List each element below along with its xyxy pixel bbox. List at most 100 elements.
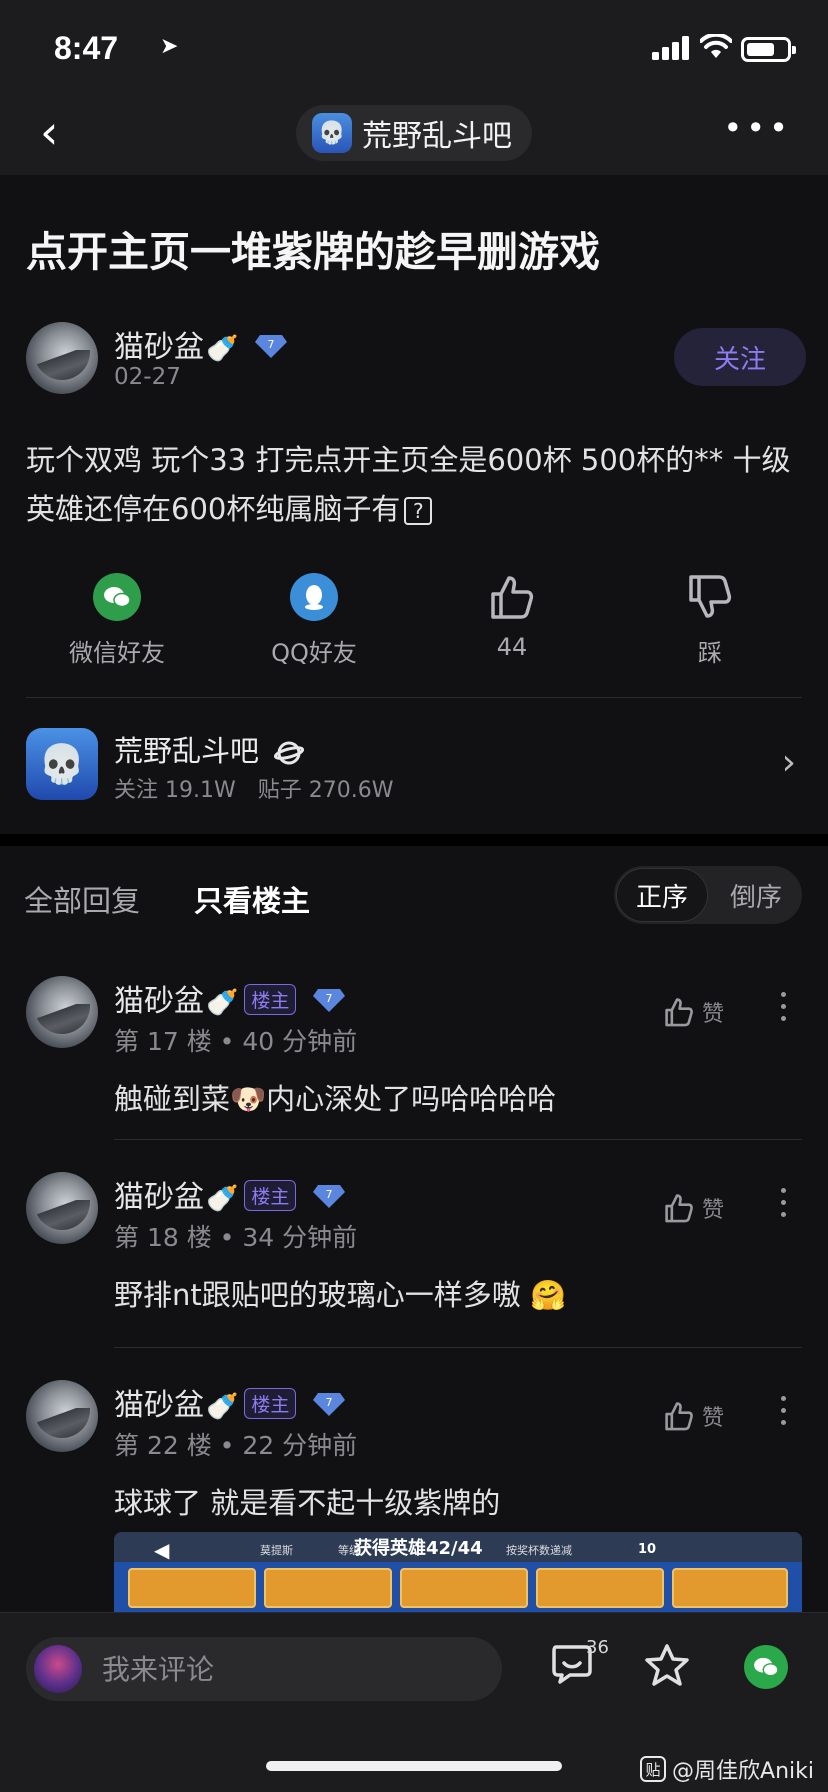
share-wechat-button[interactable]: 微信好友 xyxy=(47,573,187,668)
bottom-bar: 36 贴@周佳欣Aniki xyxy=(0,1612,828,1792)
svg-text:7: 7 xyxy=(267,338,274,351)
follow-button[interactable]: 关注 xyxy=(674,328,806,386)
level-gem-icon: 7 xyxy=(312,1392,345,1416)
reply-author-line[interactable]: 猫砂盆🍼 楼主 7 xyxy=(114,1172,346,1216)
star-icon xyxy=(645,1644,689,1686)
like-post-button[interactable]: 44 xyxy=(442,573,582,661)
divider xyxy=(114,1139,802,1140)
reply-author-name[interactable]: 猫砂盆 xyxy=(114,1388,204,1423)
avatar[interactable] xyxy=(26,322,98,394)
wechat-icon xyxy=(754,1657,779,1677)
sort-desc-button[interactable]: 倒序 xyxy=(710,868,802,922)
sort-toggle: 正序 倒序 xyxy=(614,866,802,924)
forum-card[interactable]: 💀 荒野乱斗吧 关注 19.1W 贴子 270.6W › xyxy=(26,728,802,804)
reply-item: 猫砂盆🍼 楼主 7 第 22 楼 • 22 分钟前 球球了 就是看不起十级紫牌的 … xyxy=(0,1380,828,1530)
avatar[interactable] xyxy=(26,976,98,1048)
image-back-icon: ◀ xyxy=(154,1538,170,1562)
chevron-right-icon: › xyxy=(781,742,796,783)
brawl-stars-icon: 💀 xyxy=(26,728,98,800)
wifi-icon xyxy=(700,34,732,58)
favorite-button[interactable] xyxy=(644,1643,690,1691)
owner-badge: 楼主 xyxy=(244,1180,297,1211)
hero-card xyxy=(400,1568,528,1608)
status-bar: 8:47 ➤ xyxy=(0,0,828,95)
comment-input-pill[interactable] xyxy=(26,1637,502,1701)
tieba-logo-icon: 贴 xyxy=(640,1756,667,1782)
hero-card xyxy=(264,1568,392,1608)
share-qq-button[interactable]: QQ好友 xyxy=(244,573,384,668)
reply-author-name[interactable]: 猫砂盆 xyxy=(114,984,204,1019)
avatar[interactable] xyxy=(26,1380,98,1452)
wechat-share-button[interactable] xyxy=(744,1645,788,1689)
post-title: 点开主页一堆紫牌的趁早删游戏 xyxy=(26,228,600,276)
reply-like-button[interactable]: 赞 xyxy=(664,1192,724,1224)
baby-bottle-icon: 🍼 xyxy=(206,1184,239,1214)
tab-all-replies[interactable]: 全部回复 xyxy=(24,878,140,920)
reply-text: 球球了 就是看不起十级紫牌的 xyxy=(114,1486,501,1520)
reply-meta: 第 22 楼 • 22 分钟前 xyxy=(114,1431,358,1460)
svg-text:7: 7 xyxy=(325,992,332,1005)
reply-like-button[interactable]: 赞 xyxy=(664,1400,724,1432)
reply-author-line[interactable]: 猫砂盆🍼 楼主 7 xyxy=(114,976,346,1020)
reply-like-button[interactable]: 赞 xyxy=(664,996,724,1028)
section-separator xyxy=(0,834,828,846)
question-box-icon: ? xyxy=(404,497,433,525)
avatar[interactable] xyxy=(26,1172,98,1244)
forum-card-name-text: 荒野乱斗吧 xyxy=(114,734,260,768)
qq-icon xyxy=(290,573,338,621)
image-count: 10 xyxy=(638,1542,657,1557)
watermark: 贴 @周佳欣Aniki xyxy=(640,1753,814,1785)
signal-icon xyxy=(652,36,689,60)
reply-text: 触碰到菜🐶内心深处了吗哈哈哈哈 xyxy=(114,1082,557,1116)
author-name[interactable]: 猫砂盆 xyxy=(114,330,204,365)
level-gem-icon: 7 xyxy=(312,1184,345,1208)
comments-button[interactable]: 36 xyxy=(550,1637,609,1689)
post-actions: 微信好友 QQ好友 44 踩 xyxy=(0,573,828,667)
reply-like-label: 赞 xyxy=(702,1406,725,1431)
more-dots-icon[interactable]: ••• xyxy=(723,109,792,147)
post-author-row: 猫砂盆🍼 7 02-27 关注 xyxy=(26,322,806,394)
comment-count: 36 xyxy=(586,1637,609,1658)
author-name-line[interactable]: 猫砂盆🍼 7 xyxy=(114,322,288,366)
baby-bottle-icon: 🍼 xyxy=(206,334,239,364)
reply-author-line[interactable]: 猫砂盆🍼 楼主 7 xyxy=(114,1380,346,1424)
image-title: 获得英雄42/44 xyxy=(354,1538,483,1559)
reply-image[interactable]: ◀ 莫提斯 等级 获得英雄42/44 按奖杯数递减 10 xyxy=(114,1532,802,1612)
thumbs-up-icon xyxy=(665,1402,693,1431)
dislike-post-button[interactable]: 踩 xyxy=(640,573,780,668)
planet-badge-icon xyxy=(274,734,305,768)
reply-more-icon[interactable] xyxy=(778,992,788,1028)
tab-owner-only[interactable]: 只看楼主 xyxy=(194,878,310,920)
post-date: 02-27 xyxy=(114,364,181,390)
back-chevron-icon[interactable]: ‹ xyxy=(40,109,58,155)
image-sub-right: 按奖杯数递减 xyxy=(506,1544,572,1557)
brawl-stars-icon: 💀 xyxy=(312,113,352,153)
reply-author-name[interactable]: 猫砂盆 xyxy=(114,1180,204,1215)
hero-card xyxy=(128,1568,256,1608)
dislike-label: 踩 xyxy=(698,639,722,667)
thumbs-up-icon xyxy=(665,1194,693,1223)
nav-bar: ‹ 💀 荒野乱斗吧 ••• xyxy=(0,95,828,175)
reply-more-icon[interactable] xyxy=(778,1396,788,1432)
level-gem-icon: 7 xyxy=(312,988,345,1012)
location-arrow-icon: ➤ xyxy=(160,34,179,59)
reply-tabs: 全部回复 只看楼主 正序 倒序 xyxy=(0,846,828,946)
baby-bottle-icon: 🍼 xyxy=(206,988,239,1018)
owner-badge: 楼主 xyxy=(244,984,297,1015)
watermark-text: @周佳欣Aniki xyxy=(672,1759,814,1784)
reply-more-icon[interactable] xyxy=(778,1188,788,1224)
home-indicator xyxy=(266,1761,562,1771)
reply-item: 猫砂盆🍼 楼主 7 第 17 楼 • 40 分钟前 触碰到菜🐶内心深处了吗哈哈哈哈… xyxy=(0,976,828,1126)
forum-pill[interactable]: 💀 荒野乱斗吧 xyxy=(296,105,532,161)
post-content: 玩个双鸡 玩个33 打完点开主页全是600杯 500杯的** 十级英雄还停在60… xyxy=(26,436,804,534)
divider xyxy=(114,1347,802,1348)
sort-asc-button[interactable]: 正序 xyxy=(616,868,708,922)
thumbs-up-icon xyxy=(488,573,536,621)
baby-bottle-icon: 🍼 xyxy=(206,1392,239,1422)
forum-card-name: 荒野乱斗吧 xyxy=(114,728,305,770)
svg-text:7: 7 xyxy=(325,1396,332,1409)
comment-input[interactable] xyxy=(102,1647,482,1691)
reply-like-label: 赞 xyxy=(702,1002,725,1027)
wechat-icon xyxy=(93,573,141,621)
divider xyxy=(26,697,802,698)
